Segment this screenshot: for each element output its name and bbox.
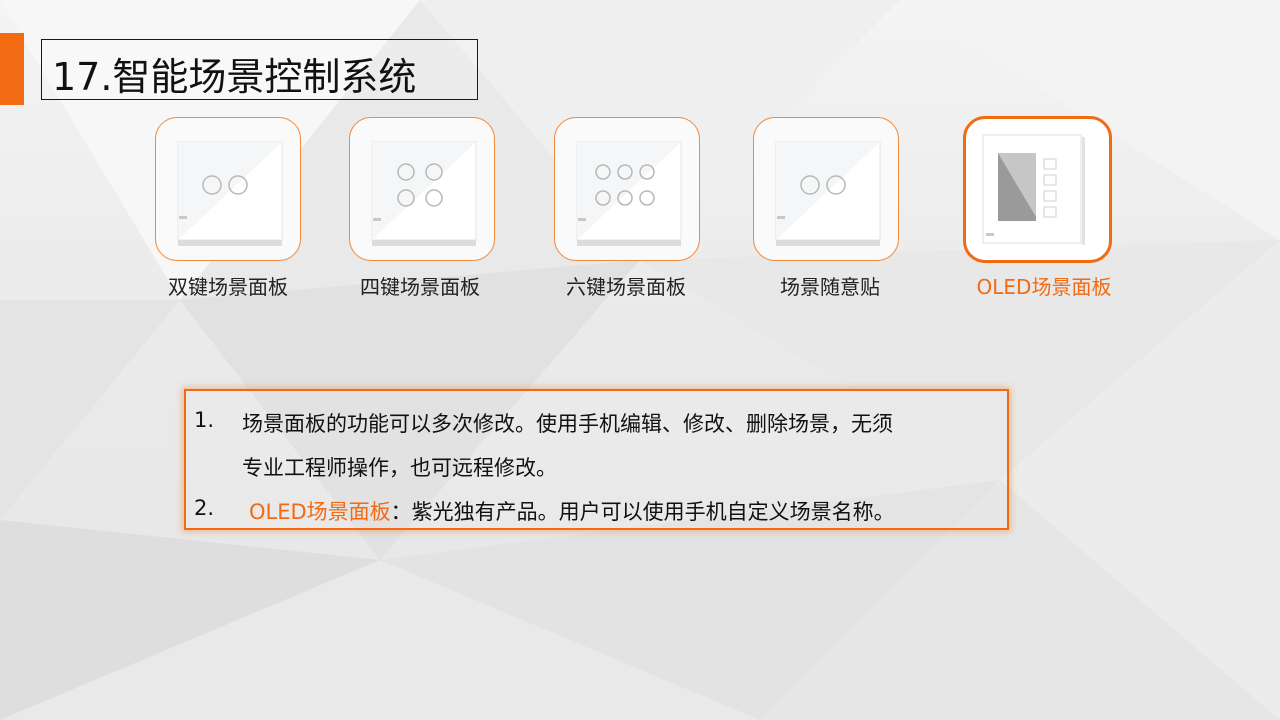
note-1-line-1: 场景面板的功能可以多次修改。使用手机编辑、修改、删除场景，无须 (242, 412, 893, 436)
title-box: 17.智能场景控制系统 (41, 39, 478, 100)
panel-card-6key (554, 117, 700, 261)
panel-card-sticker (753, 117, 899, 261)
background-polygons (0, 0, 1280, 720)
note-1-line-2: 专业工程师操作，也可远程修改。 (242, 456, 557, 480)
caption-6key: 六键场景面板 (566, 275, 686, 299)
panel-card-oled (963, 116, 1112, 263)
oled-panel-image (982, 134, 1085, 245)
slide-title: 17.智能场景控制系统 (52, 55, 417, 99)
caption-sticker: 场景随意贴 (780, 275, 880, 299)
two-button-panel-image (177, 141, 283, 246)
note-2-text: OLED场景面板：紫光独有产品。用户可以使用手机自定义场景名称。 (249, 496, 895, 526)
six-button-panel-image (576, 141, 682, 246)
caption-4key: 四键场景面板 (360, 275, 480, 299)
note-2-rest: ：紫光独有产品。用户可以使用手机自定义场景名称。 (390, 500, 895, 524)
four-button-panel-image (371, 141, 477, 246)
note-1-number: 1. (194, 408, 215, 432)
note-2-highlight: OLED场景面板 (249, 500, 391, 524)
note-2-number: 2. (194, 496, 215, 520)
caption-2key: 双键场景面板 (168, 275, 288, 299)
panel-card-4key (349, 117, 495, 261)
caption-oled: OLED场景面板 (976, 275, 1112, 299)
sticker-panel-image (775, 141, 881, 246)
panel-card-2key (155, 117, 301, 261)
title-accent-bar (0, 33, 24, 105)
